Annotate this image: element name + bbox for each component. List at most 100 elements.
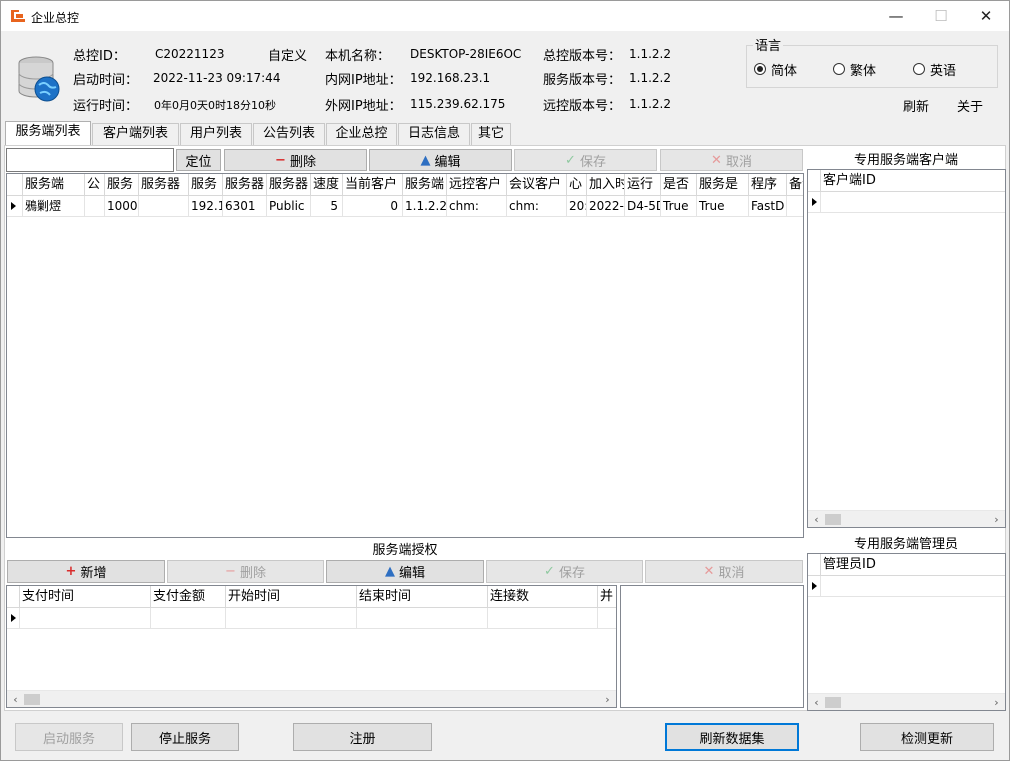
column-header[interactable]: 服务端	[23, 174, 85, 196]
horizontal-scrollbar[interactable]: ‹ ›	[808, 693, 1005, 710]
auth-delete-button[interactable]: − 删除	[167, 560, 324, 583]
column-header[interactable]: 是否	[661, 174, 697, 196]
table-cell[interactable]: 6301	[223, 196, 267, 217]
client-id-header[interactable]: 客户端ID	[821, 170, 1005, 192]
table-cell[interactable]	[20, 608, 151, 629]
tab-other[interactable]: 其它	[471, 123, 511, 145]
column-header[interactable]: 服务	[189, 174, 223, 196]
tab-notice-list[interactable]: 公告列表	[253, 123, 325, 145]
horizontal-scrollbar[interactable]: ‹ ›	[7, 690, 616, 707]
table-cell[interactable]: chm:	[447, 196, 507, 217]
table-cell[interactable]	[488, 608, 598, 629]
table-cell[interactable]: Public	[267, 196, 311, 217]
auth-save-button[interactable]: ✓ 保存	[486, 560, 643, 583]
server-grid[interactable]: 服务端公服务 服务器 服务 服务器 服务器 速度 当前客户 服务端 远控客户 会议客户心加入时 运行…	[6, 173, 804, 538]
table-cell[interactable]	[85, 196, 105, 217]
register-button[interactable]: 注册	[293, 723, 432, 751]
scroll-right-icon[interactable]: ›	[599, 691, 616, 707]
about-link[interactable]: 关于	[957, 96, 983, 115]
admin-id-header[interactable]: 管理员ID	[821, 554, 1005, 576]
scroll-left-icon[interactable]: ‹	[808, 694, 825, 710]
horizontal-scrollbar[interactable]: ‹ ›	[808, 510, 1005, 527]
column-header[interactable]: 服务端	[403, 174, 447, 196]
column-header[interactable]: 服务	[105, 174, 139, 196]
stop-service-button[interactable]: 停止服务	[131, 723, 239, 751]
column-header[interactable]: 开始时间	[226, 586, 357, 608]
table-cell[interactable]: D4-5D	[625, 196, 661, 217]
locate-button[interactable]: 定位	[176, 149, 221, 171]
column-header[interactable]: 远控客户	[447, 174, 507, 196]
tab-log-info[interactable]: 日志信息	[398, 123, 470, 145]
column-header[interactable]: 运行	[625, 174, 661, 196]
column-header[interactable]: 服务器	[223, 174, 267, 196]
column-header[interactable]: 服务是	[697, 174, 749, 196]
auth-cancel-button[interactable]: ✕ 取消	[645, 560, 803, 583]
table-cell[interactable]	[226, 608, 357, 629]
table-cell[interactable]: chm:	[507, 196, 567, 217]
table-cell[interactable]: 5	[311, 196, 343, 217]
radio-traditional[interactable]: 繁体	[833, 60, 895, 79]
edit-button[interactable]: ▲ 编辑	[369, 149, 512, 171]
table-cell[interactable]: 1.1.2.2	[403, 196, 447, 217]
table-cell[interactable]	[598, 608, 616, 629]
column-header[interactable]: 连接数	[488, 586, 598, 608]
table-cell[interactable]	[151, 608, 226, 629]
column-header[interactable]: 心	[567, 174, 587, 196]
dedicated-client-grid[interactable]: 客户端ID ‹ ›	[807, 169, 1006, 528]
table-cell[interactable]: 10000	[105, 196, 139, 217]
radio-english[interactable]: 英语	[913, 60, 975, 79]
table-cell[interactable]: 鴉剿熤	[23, 196, 85, 217]
column-header[interactable]: 支付时间	[20, 586, 151, 608]
table-cell[interactable]	[139, 196, 189, 217]
column-header[interactable]: 服务器	[267, 174, 311, 196]
check-update-button[interactable]: 检测更新	[860, 723, 994, 751]
table-cell[interactable]: True	[661, 196, 697, 217]
scroll-left-icon[interactable]: ‹	[808, 511, 825, 527]
close-button[interactable]: ✕	[963, 1, 1009, 31]
table-cell[interactable]	[357, 608, 488, 629]
custom-label[interactable]: 自定义	[268, 45, 307, 64]
column-header[interactable]: 支付金额	[151, 586, 226, 608]
tab-server-list[interactable]: 服务端列表	[5, 121, 91, 146]
minimize-button[interactable]: —	[873, 1, 919, 31]
cancel-button[interactable]: ✕ 取消	[660, 149, 803, 171]
auth-grid[interactable]: 支付时间 支付金额 开始时间 结束时间 连接数并 ‹ ›	[6, 585, 617, 708]
refresh-link[interactable]: 刷新	[903, 96, 929, 115]
radio-simplified[interactable]: 简体	[754, 60, 816, 79]
scroll-right-icon[interactable]: ›	[988, 511, 1005, 527]
refresh-dataset-button[interactable]: 刷新数据集	[665, 723, 799, 751]
save-button[interactable]: ✓ 保存	[514, 149, 657, 171]
column-header[interactable]: 结束时间	[357, 586, 488, 608]
auth-edit-button[interactable]: ▲ 编辑	[326, 560, 484, 583]
table-cell[interactable]: True	[697, 196, 749, 217]
column-header[interactable]: 备注	[787, 174, 803, 196]
table-cell[interactable]: 0	[343, 196, 403, 217]
locate-input[interactable]	[6, 148, 174, 172]
maximize-button[interactable]: ☐	[918, 1, 964, 31]
scroll-right-icon[interactable]: ›	[988, 694, 1005, 710]
column-header[interactable]: 公	[85, 174, 105, 196]
auth-detail-box[interactable]	[620, 585, 804, 708]
delete-button[interactable]: − 删除	[224, 149, 367, 171]
admin-id-cell[interactable]	[821, 576, 1005, 597]
table-cell[interactable]	[787, 196, 803, 217]
table-cell[interactable]: 20:	[567, 196, 587, 217]
column-header[interactable]: 加入时	[587, 174, 625, 196]
dedicated-admin-grid[interactable]: 管理员ID ‹ ›	[807, 553, 1006, 711]
tab-user-list[interactable]: 用户列表	[180, 123, 252, 145]
table-cell[interactable]: 192.1	[189, 196, 223, 217]
scroll-left-icon[interactable]: ‹	[7, 691, 24, 707]
tab-client-list[interactable]: 客户端列表	[92, 123, 179, 145]
column-header[interactable]: 会议客户	[507, 174, 567, 196]
tab-enterprise-control[interactable]: 企业总控	[326, 123, 397, 145]
column-header[interactable]: 并	[598, 586, 616, 608]
column-header[interactable]: 服务器	[139, 174, 189, 196]
table-cell[interactable]: 2022-	[587, 196, 625, 217]
start-service-button[interactable]: 启动服务	[15, 723, 123, 751]
column-header[interactable]: 当前客户	[343, 174, 403, 196]
auth-add-button[interactable]: + 新增	[7, 560, 165, 583]
scroll-thumb[interactable]	[825, 514, 841, 525]
table-cell[interactable]: FastD	[749, 196, 787, 217]
scroll-thumb[interactable]	[24, 694, 40, 705]
scroll-thumb[interactable]	[825, 697, 841, 708]
